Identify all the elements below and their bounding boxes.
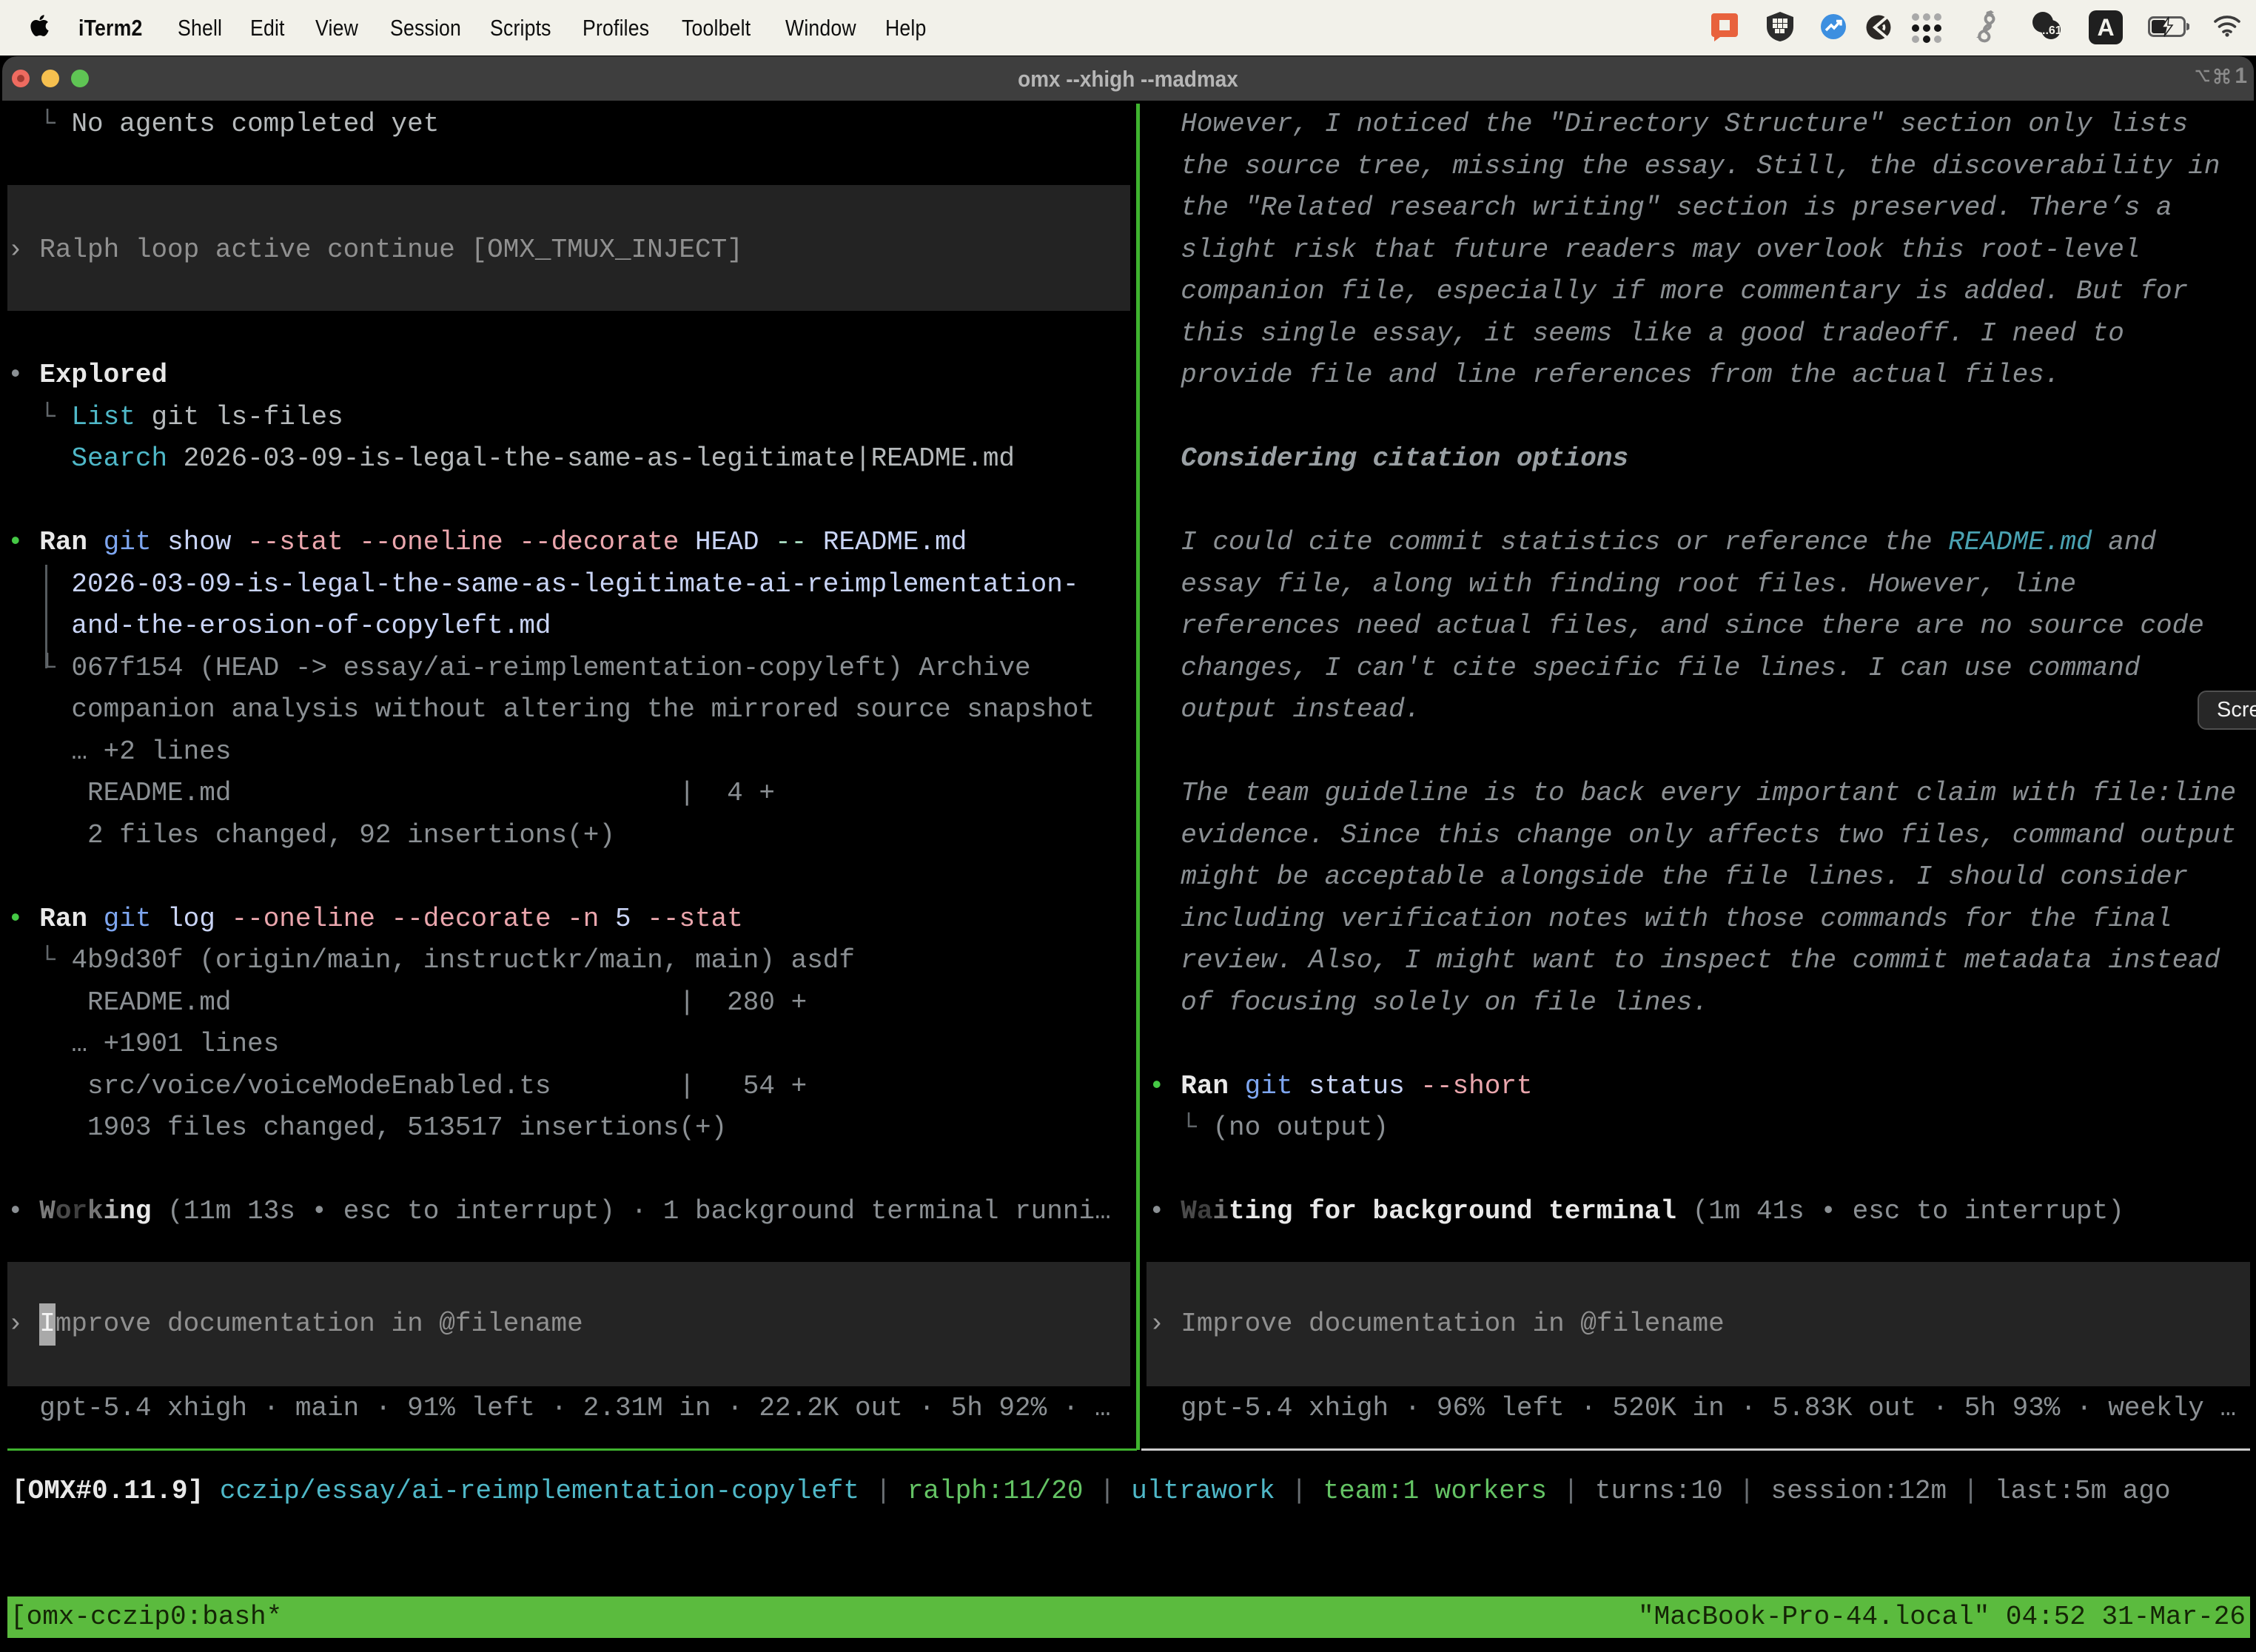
svg-text:..61: ..61 (2042, 24, 2061, 37)
